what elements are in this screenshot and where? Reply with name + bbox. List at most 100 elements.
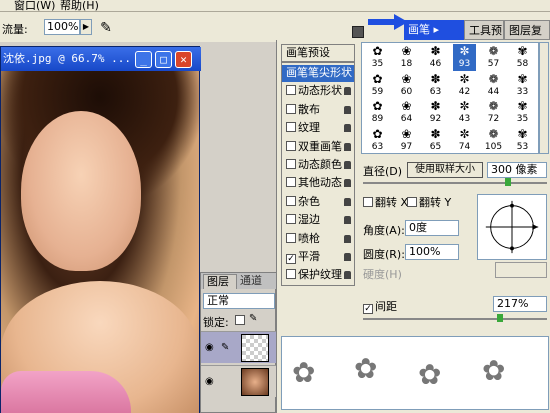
brush-tip[interactable]: ❀ 60 bbox=[395, 72, 418, 99]
setting-checkbox[interactable] bbox=[286, 232, 296, 243]
brush-setting-item[interactable]: 喷枪 bbox=[282, 231, 354, 248]
blend-mode-select[interactable]: 正常 bbox=[203, 293, 275, 309]
brush-setting-item[interactable]: 其他动态 bbox=[282, 175, 354, 192]
spacing-slider[interactable] bbox=[363, 318, 547, 320]
flip-x-checkbox[interactable]: 翻转 X bbox=[363, 194, 408, 210]
diameter-slider[interactable] bbox=[363, 182, 547, 184]
setting-label: 平滑 bbox=[298, 250, 320, 263]
brush-setting-item[interactable]: 杂色 bbox=[282, 194, 354, 211]
eye-icon[interactable]: ◉ bbox=[205, 376, 214, 387]
brush-setting-item[interactable]: 湿边 bbox=[282, 212, 354, 229]
eye-icon[interactable]: ◉ bbox=[205, 342, 214, 353]
brush-tip-icon: ✼ bbox=[459, 99, 470, 113]
brush-setting-item[interactable]: 散布 bbox=[282, 102, 354, 119]
setting-checkbox[interactable] bbox=[286, 122, 296, 133]
brush-presets-button[interactable]: 画笔预设 bbox=[281, 44, 355, 62]
brush-tip[interactable]: ✼ 93 bbox=[453, 44, 476, 71]
layer-row[interactable]: ◉ ✎ bbox=[201, 331, 277, 363]
angle-roundness-compass[interactable] bbox=[477, 194, 547, 260]
setting-checkbox[interactable] bbox=[286, 103, 296, 114]
flip-y-checkbox[interactable]: 翻转 Y bbox=[407, 194, 451, 210]
brush-tip-size: 92 bbox=[429, 114, 442, 124]
brush-tip[interactable]: ✼ 43 bbox=[453, 99, 476, 126]
lock-icon[interactable] bbox=[344, 234, 351, 243]
lock-icon[interactable] bbox=[344, 271, 351, 280]
spacing-checkbox[interactable]: ✓ 间距 bbox=[363, 298, 397, 314]
brush-tip[interactable]: ✾ 53 bbox=[511, 127, 534, 154]
brush-tip[interactable]: ✽ 46 bbox=[424, 44, 447, 71]
brush-tip[interactable]: ✾ 33 bbox=[511, 72, 534, 99]
tab-tool-presets[interactable]: 工具预设 bbox=[464, 20, 504, 57]
lock-transparency-checkbox[interactable] bbox=[235, 315, 245, 325]
spacing-slider-thumb[interactable] bbox=[497, 314, 503, 322]
angle-input[interactable]: 0度 bbox=[405, 220, 459, 236]
setting-checkbox[interactable] bbox=[286, 269, 296, 280]
brush-tip[interactable]: ❁ 57 bbox=[482, 44, 505, 71]
tab-channels[interactable]: 通道 bbox=[237, 274, 275, 289]
brush-tip[interactable]: ✽ 92 bbox=[424, 99, 447, 126]
lock-pixels-icon[interactable]: ✎ bbox=[249, 313, 257, 324]
brush-tip-icon: ✽ bbox=[430, 126, 441, 141]
brush-setting-item[interactable]: 画笔笔尖形状 bbox=[282, 65, 354, 82]
brush-tip[interactable]: ❁ 72 bbox=[482, 99, 505, 126]
brush-tip[interactable]: ✿ 89 bbox=[366, 99, 389, 126]
lock-icon[interactable] bbox=[344, 142, 351, 151]
lock-icon[interactable] bbox=[344, 197, 351, 206]
brush-tip[interactable]: ✼ 74 bbox=[453, 127, 476, 154]
brush-tip[interactable]: ✼ 42 bbox=[453, 72, 476, 99]
close-button[interactable]: ✕ bbox=[175, 51, 192, 68]
brush-tip[interactable]: ✾ 35 bbox=[511, 99, 534, 126]
setting-checkbox[interactable] bbox=[286, 177, 296, 188]
brush-tip[interactable]: ❀ 18 bbox=[395, 44, 418, 71]
palette-well-icon[interactable] bbox=[352, 26, 364, 38]
flow-arrow-button[interactable]: ▶ bbox=[80, 19, 92, 35]
roundness-input[interactable]: 100% bbox=[405, 244, 459, 260]
brush-setting-item[interactable]: 动态颜色 bbox=[282, 157, 354, 174]
setting-checkbox[interactable] bbox=[286, 140, 296, 151]
lock-icon[interactable] bbox=[344, 216, 351, 225]
brush-tip[interactable]: ❀ 97 bbox=[395, 127, 418, 154]
lock-icon[interactable] bbox=[344, 161, 351, 169]
tab-brushes[interactable]: 画笔 ▸ bbox=[404, 20, 466, 40]
airbrush-icon[interactable]: ✎ bbox=[96, 18, 116, 38]
brush-tip[interactable]: ✽ 63 bbox=[424, 72, 447, 99]
brush-setting-item[interactable]: 双重画笔 bbox=[282, 139, 354, 156]
photo-canvas[interactable] bbox=[1, 71, 199, 413]
setting-label: 喷枪 bbox=[298, 231, 320, 245]
brush-tip-icon: ✼ bbox=[459, 126, 470, 141]
brush-tip[interactable]: ✽ 65 bbox=[424, 127, 447, 154]
brush-setting-item[interactable]: 保护纹理 bbox=[282, 267, 354, 284]
brush-tip[interactable]: ❁ 105 bbox=[482, 127, 505, 154]
setting-checkbox[interactable]: ✓ bbox=[286, 254, 296, 264]
diameter-slider-thumb[interactable] bbox=[505, 178, 511, 186]
tab-layers[interactable]: 图层 bbox=[203, 274, 237, 289]
tip-scrollbar[interactable] bbox=[539, 42, 549, 154]
brush-tip[interactable]: ❁ 44 bbox=[482, 72, 505, 99]
brush-tip[interactable]: ✾ 58 bbox=[511, 44, 534, 71]
document-title-bar[interactable]: 沈依.jpg @ 66.7% ... _ □ ✕ bbox=[1, 47, 201, 71]
lock-icon[interactable] bbox=[344, 253, 351, 261]
spacing-input[interactable]: 217% bbox=[493, 296, 547, 312]
brush-tip[interactable]: ❀ 64 bbox=[395, 99, 418, 126]
setting-checkbox[interactable] bbox=[286, 85, 296, 96]
brush-setting-item[interactable]: ✓ 平滑 bbox=[282, 249, 354, 266]
maximize-button[interactable]: □ bbox=[155, 51, 172, 68]
setting-checkbox[interactable] bbox=[286, 214, 296, 225]
flow-input[interactable]: 100% bbox=[44, 19, 80, 35]
lock-icon[interactable] bbox=[344, 87, 351, 96]
lock-icon[interactable] bbox=[344, 124, 351, 133]
brush-tip[interactable]: ✿ 63 bbox=[366, 127, 389, 154]
use-sample-size-button[interactable]: 使用取样大小 bbox=[407, 162, 483, 178]
tab-layer-comps[interactable]: 图层复合 bbox=[504, 20, 550, 57]
setting-checkbox[interactable] bbox=[286, 159, 296, 169]
layer-row[interactable]: ◉ bbox=[201, 365, 277, 397]
brush-setting-item[interactable]: 纹理 bbox=[282, 120, 354, 137]
brush-tip[interactable]: ✿ 35 bbox=[366, 44, 389, 71]
lock-icon[interactable] bbox=[344, 179, 351, 188]
brush-tip[interactable]: ✿ 59 bbox=[366, 72, 389, 99]
brush-setting-item[interactable]: 动态形状 bbox=[282, 83, 354, 100]
lock-icon[interactable] bbox=[344, 105, 351, 114]
setting-checkbox[interactable] bbox=[286, 195, 296, 206]
minimize-button[interactable]: _ bbox=[135, 51, 152, 68]
diameter-input[interactable]: 300 像素 bbox=[487, 162, 547, 178]
